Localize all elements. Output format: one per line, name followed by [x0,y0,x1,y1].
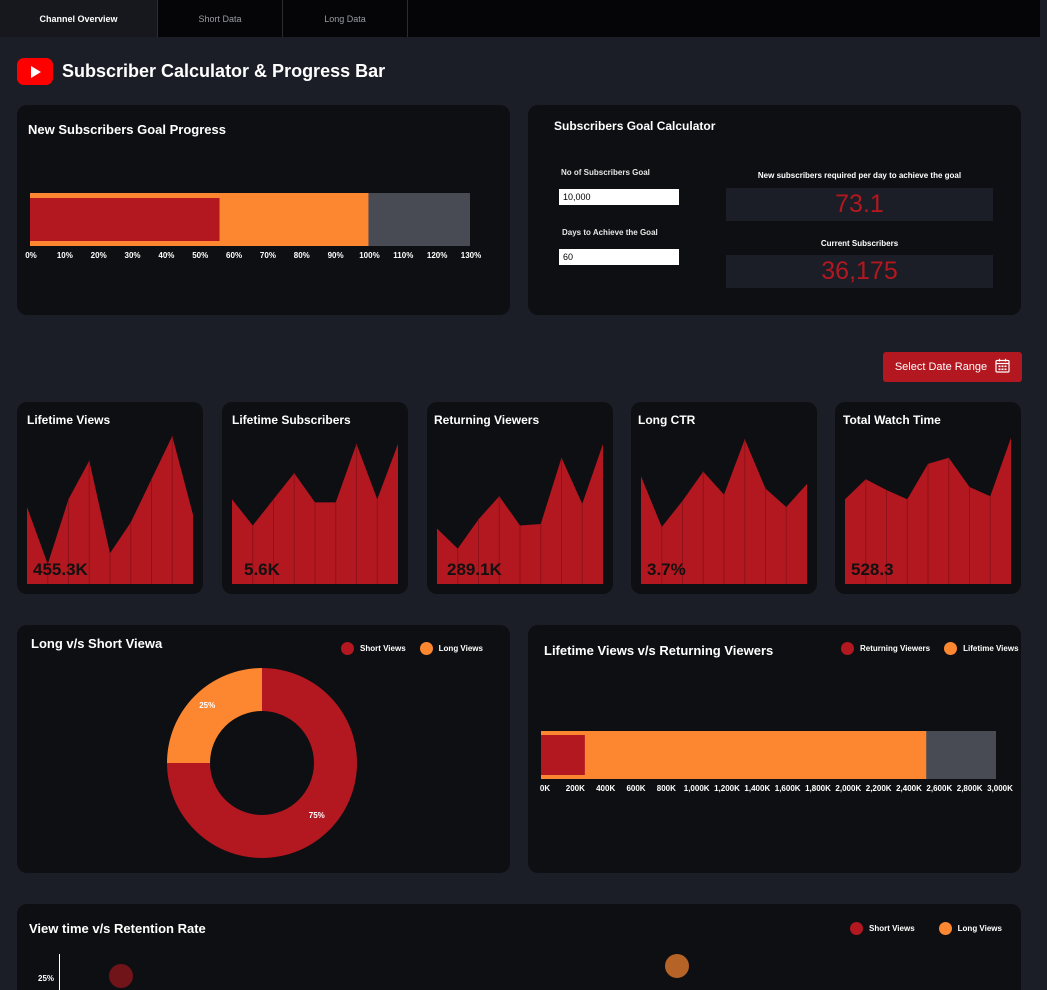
kpi-card-long-ctr: Long CTR 3.7% [631,402,817,594]
goal-actual-bar [30,198,220,241]
date-range-label: Select Date Range [894,361,988,373]
kpi-value: 289.1K [447,560,502,579]
legend-dot [938,922,952,935]
legend-long-views[interactable]: Long Views [938,922,1002,935]
view-time-retention-card: View time v/s Retention Rate Short Views… [17,904,1021,990]
kpi-value: 455.3K [33,560,88,579]
axis-tick-label: 110% [393,251,414,260]
tab-long-data[interactable]: Long Data [283,0,408,37]
kpi-title: Lifetime Subscribers [232,413,351,427]
lifetime-views-bar [541,731,927,779]
axis-tick-label: 1,400K [744,784,771,793]
goal-progress-bullet-chart [30,193,470,246]
axis-tick-label: 10% [56,251,73,260]
axis-tick-label: 2,200K [865,784,892,793]
y-tick-label: 25% [38,974,55,983]
kpi-value: 3.7% [647,560,686,579]
axis-tick-label: 1,600K [774,784,801,793]
long-vs-short-donut-chart: 75% 25% [167,668,357,858]
donut-slice-label: 75% [309,811,325,820]
goal-progress-title: New Subscribers Goal Progress [28,122,226,137]
axis-tick-label: 0% [25,251,37,260]
legend-dot [850,922,863,935]
axis-tick-label: 2,400K [896,784,922,793]
kpi-card-returning-viewers: Returning Viewers 289.1K [427,402,613,594]
axis-tick-label: 20% [90,251,107,260]
axis-tick-label: 2,600K [926,784,953,793]
lifetime-vs-returning-card: Lifetime Views v/s Returning Viewers Ret… [528,625,1021,873]
axis-tick-label: 30% [124,251,141,260]
current-subscribers-label: Current Subscribers [820,239,899,248]
page-header: Subscriber Calculator & Progress Bar [17,58,385,85]
select-date-range-button[interactable]: Select Date Range [883,352,1022,382]
axis-tick-label: 1,800K [805,784,831,793]
axis-tick-label: 80% [293,251,310,260]
goal-progress-axis: 0% 10% 20% 30% 40% 50% 60% 70% 80% 90% 100% 110% 120… [17,251,510,263]
axis-tick-label: 800K [656,784,676,793]
tab-channel-overview[interactable]: Channel Overview [0,0,158,37]
goal-calculator-card: Subscribers Goal Calculator No of Subscr… [528,105,1021,315]
axis-tick-label: 400K [596,784,616,793]
axis-tick-label: 40% [158,251,175,260]
goal-progress-card: New Subscribers Goal Progress 0% 10% 20% 30… [17,105,510,315]
axis-tick-label: 2,800K [956,784,983,793]
kpi-card-total-watch-time: Total Watch Time 528.3 [835,402,1021,594]
days-label: Days to Achieve the Goal [562,228,658,237]
axis-tick-label: 0K [539,784,551,793]
axis-tick-label: 1,200K [714,784,740,793]
tab-short-data[interactable]: Short Data [158,0,283,37]
kpi-value: 5.6K [244,560,280,579]
kpi-title: Long CTR [638,413,696,427]
long-vs-short-views-card: Long v/s Short Viewa Short Views Long Vi… [17,625,510,873]
current-subscribers-value: 36,175 [726,255,993,288]
legend-short-views[interactable]: Short Views [850,922,915,935]
axis-tick-label: 1,000K [683,784,710,793]
axis-tick-label: 200K [565,784,585,793]
kpi-title: Total Watch Time [843,413,941,427]
kpi-title: Returning Viewers [434,413,540,427]
axis-tick-label: 70% [259,251,276,260]
axis-tick-label: 2,000K [835,784,862,793]
kpi-value: 528.3 [851,560,894,579]
kpi-title: Lifetime Views [27,413,111,427]
returning-viewers-bar [541,735,585,775]
calendar-icon [995,358,1010,376]
per-day-value: 73.1 [726,188,993,221]
axis-tick-label: 3,000K [987,784,1013,793]
donut-slice-label: 25% [199,701,215,710]
kpi-card-lifetime-subscribers: Lifetime Subscribers 5.6K [222,402,408,594]
donut-slice[interactable] [167,668,262,763]
subscribers-goal-input[interactable] [559,189,679,205]
axis-tick-label: 90% [327,251,344,260]
days-to-goal-input[interactable] [559,249,679,265]
axis-tick-label: 600K [626,784,646,793]
legend-label: Long Views [957,924,1002,933]
tab-bar: Channel Overview Short Data Long Data [0,0,1040,37]
lifetime-bar-axis: 0K 200K 400K 600K 800K 1,000K 1,200K 1,400K 1,60… [528,784,1021,796]
axis-tick-label: 60% [226,251,243,260]
kpi-card-lifetime-views: Lifetime Views 455.3K [17,402,203,594]
per-day-label: New subscribers required per day to achi… [757,171,962,180]
youtube-logo-icon [17,58,53,85]
calculator-title: Subscribers Goal Calculator [554,119,716,133]
short-views-bubble [109,964,133,988]
long-views-bubble [665,954,689,978]
axis-tick-label: 100% [359,251,380,260]
lifetime-vs-returning-bullet-chart [541,731,996,779]
goal-label: No of Subscribers Goal [561,168,650,177]
page-title: Subscriber Calculator & Progress Bar [62,61,386,81]
axis-tick-label: 50% [192,251,209,260]
axis-tick-label: 120% [426,251,448,260]
axis-tick-label: 130% [460,251,482,260]
y-axis-line [59,954,60,990]
legend-label: Short Views [869,924,915,933]
retention-title: View time v/s Retention Rate [29,921,206,936]
retention-legend: Short Views Long Views [850,922,1016,935]
